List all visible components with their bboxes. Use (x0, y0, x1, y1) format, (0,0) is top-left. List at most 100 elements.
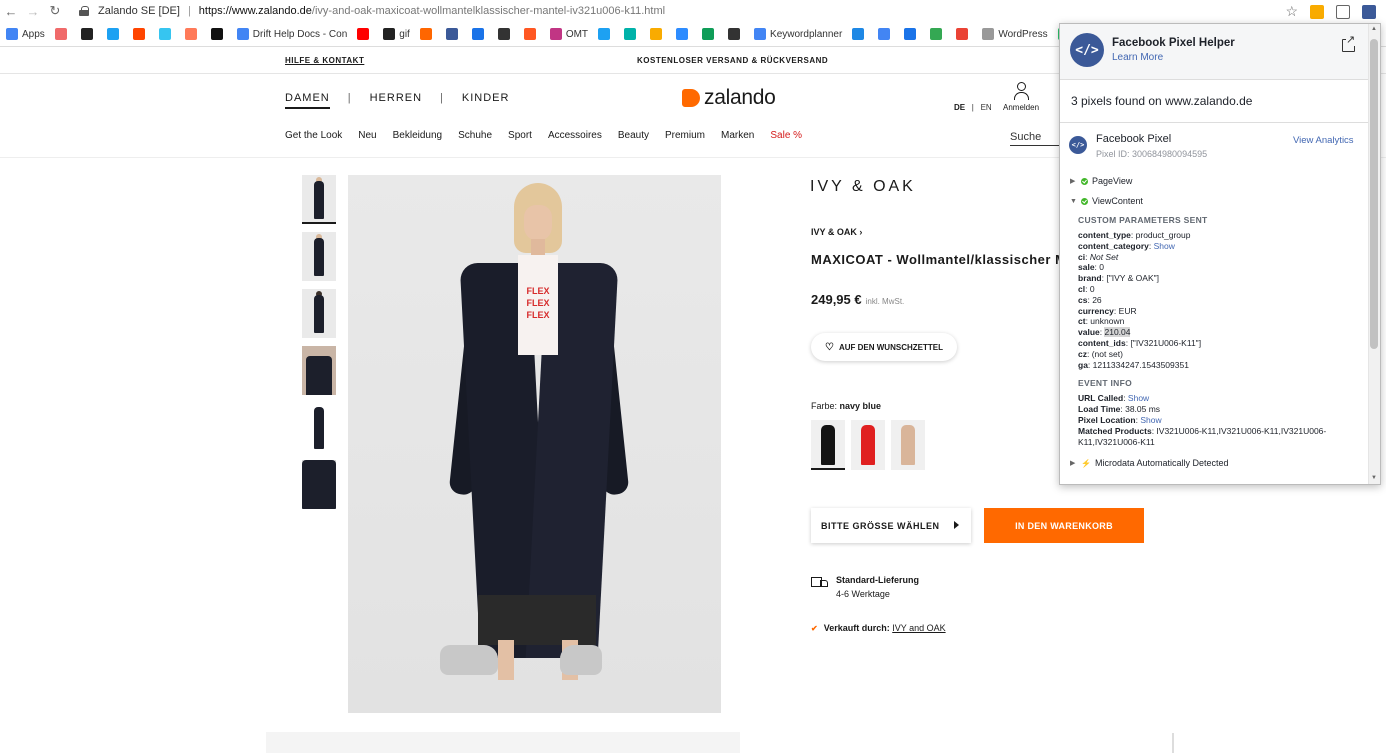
pixel-helper-extension-icon[interactable] (1362, 4, 1376, 19)
bookmark-item[interactable] (419, 28, 436, 40)
size-select[interactable]: BITTE GRÖSSE WÄHLEN (811, 508, 971, 543)
apps-grid-icon (6, 28, 18, 40)
cat-beauty[interactable]: Beauty (618, 130, 649, 141)
bookmark-item[interactable] (471, 28, 488, 40)
bookmark-item[interactable] (132, 28, 149, 40)
bookmark-item[interactable] (523, 28, 540, 40)
bookmark-item[interactable] (598, 28, 614, 40)
x-dark-icon (728, 28, 741, 40)
bookmark-item[interactable]: Apps (6, 28, 45, 40)
swatch-red[interactable] (851, 420, 885, 470)
swatch-camel[interactable] (891, 420, 925, 470)
thumbnail[interactable] (302, 460, 336, 509)
cast-icon[interactable] (1336, 4, 1350, 19)
bookmark-item[interactable] (158, 28, 175, 40)
external-link-icon[interactable] (1342, 34, 1356, 52)
param-row: sale: 0 (1078, 262, 1380, 273)
bookmark-item[interactable] (497, 28, 514, 40)
param-value[interactable]: Show (1140, 415, 1161, 425)
view-analytics-link[interactable]: View Analytics (1293, 135, 1354, 146)
bookmark-label: gif (399, 28, 410, 40)
thumbnail[interactable] (302, 403, 336, 452)
bookmark-item[interactable]: WordPress (982, 28, 1048, 40)
wishlist-button[interactable]: ♡ AUF DEN WUNSCHZETTEL (811, 333, 957, 361)
star-icon[interactable]: ☆ (1285, 3, 1298, 20)
bookmark-item[interactable]: Keywordplanner (754, 28, 842, 40)
cat-marken[interactable]: Marken (721, 130, 754, 141)
event-pageview[interactable]: ▶ PageView (1070, 171, 1380, 191)
microdata-row[interactable]: ▶ ⚡ Microdata Automatically Detected (1070, 453, 1380, 473)
url-field[interactable]: https://www.zalando.de/ivy-and-oak-maxic… (199, 5, 665, 17)
cat-accessoires[interactable]: Accessoires (548, 130, 602, 141)
cat-premium[interactable]: Premium (665, 130, 705, 141)
bookmark-item[interactable] (650, 28, 666, 40)
swatch-navy[interactable] (811, 420, 845, 470)
lang-en[interactable]: EN (981, 103, 992, 112)
tab-kinder[interactable]: KINDER (462, 92, 510, 109)
tab-damen[interactable]: DAMEN (285, 92, 330, 109)
back-icon[interactable]: ← (0, 4, 22, 19)
color-label-prefix: Farbe: (811, 401, 838, 411)
add-to-cart-button[interactable]: IN DEN WARENKORB (984, 508, 1144, 543)
param-value[interactable]: Show (1128, 393, 1149, 403)
scroll-down-icon[interactable]: ▼ (1371, 475, 1377, 481)
bookmark-item[interactable] (445, 28, 462, 40)
brand-logo[interactable]: IVY & OAK (810, 178, 916, 196)
cat-bekleidung[interactable]: Bekleidung (393, 130, 442, 141)
tab-herren[interactable]: HERREN (370, 92, 422, 109)
forward-icon[interactable]: → (22, 4, 44, 19)
bookmark-item[interactable] (956, 28, 972, 40)
bookmark-item[interactable] (878, 28, 894, 40)
bookmark-item[interactable] (184, 28, 201, 40)
thumbnail[interactable] (302, 289, 336, 338)
thumbnail[interactable] (302, 175, 336, 224)
cat-neu[interactable]: Neu (358, 130, 376, 141)
cat-sale[interactable]: Sale % (770, 130, 802, 141)
bookmark-item[interactable] (624, 28, 640, 40)
learn-more-link[interactable]: Learn More (1112, 52, 1163, 63)
gender-nav: DAMEN | HERREN | KINDER (285, 92, 527, 109)
bookmark-item[interactable]: gif (383, 28, 410, 40)
bookmark-item[interactable] (357, 28, 373, 40)
bookmark-item[interactable] (210, 28, 227, 40)
cat-sport[interactable]: Sport (508, 130, 532, 141)
bookmark-item[interactable] (852, 28, 868, 40)
bookmark-item[interactable] (904, 28, 920, 40)
bookmark-item[interactable]: Drift Help Docs - Con (236, 28, 347, 40)
login-button[interactable]: Anmelden (1003, 82, 1039, 112)
help-contact-link[interactable]: HILFE & KONTAKT (285, 56, 364, 65)
popup-scrollbar[interactable]: ▲ ▼ (1368, 24, 1380, 484)
bookmark-item[interactable] (80, 28, 97, 40)
bookmark-item[interactable] (106, 28, 123, 40)
bookmark-item[interactable] (702, 28, 718, 40)
param-key: value (1078, 327, 1100, 338)
scrollbar-thumb[interactable] (1370, 39, 1378, 349)
seller-link[interactable]: IVY and OAK (892, 623, 945, 633)
thumbnail[interactable] (302, 346, 336, 395)
bookmark-item[interactable] (728, 28, 744, 40)
param-value[interactable]: Show (1154, 241, 1175, 251)
zalando-logo[interactable]: zalando (682, 86, 776, 110)
product-image[interactable]: FLEX FLEX FLEX (348, 175, 721, 713)
reload-icon[interactable]: ↻ (44, 3, 66, 19)
bookmark-item[interactable] (54, 28, 71, 40)
x-icon (106, 28, 119, 40)
content-box (266, 732, 740, 753)
bookmark-item[interactable]: OMT (549, 28, 588, 40)
scroll-up-icon[interactable]: ▲ (1371, 26, 1377, 32)
page-icon (982, 28, 995, 40)
thumbnail[interactable] (302, 232, 336, 281)
param-key: currency (1078, 305, 1114, 316)
bookmark-item[interactable] (930, 28, 946, 40)
brand-link[interactable]: IVY & OAK › (811, 227, 862, 237)
bookmark-item[interactable] (676, 28, 692, 40)
delivery-info: Standard-Lieferung 4-6 Werktage (811, 575, 919, 599)
cat-get-the-look[interactable]: Get the Look (285, 130, 342, 141)
extension-orange-icon[interactable] (1310, 4, 1324, 19)
lang-de[interactable]: DE (954, 103, 965, 112)
pin-icon (852, 28, 865, 40)
bookmark-label: WordPress (998, 28, 1048, 40)
cat-schuhe[interactable]: Schuhe (458, 130, 492, 141)
event-viewcontent[interactable]: ▼ ViewContent (1070, 191, 1380, 211)
image-icon (471, 28, 484, 40)
